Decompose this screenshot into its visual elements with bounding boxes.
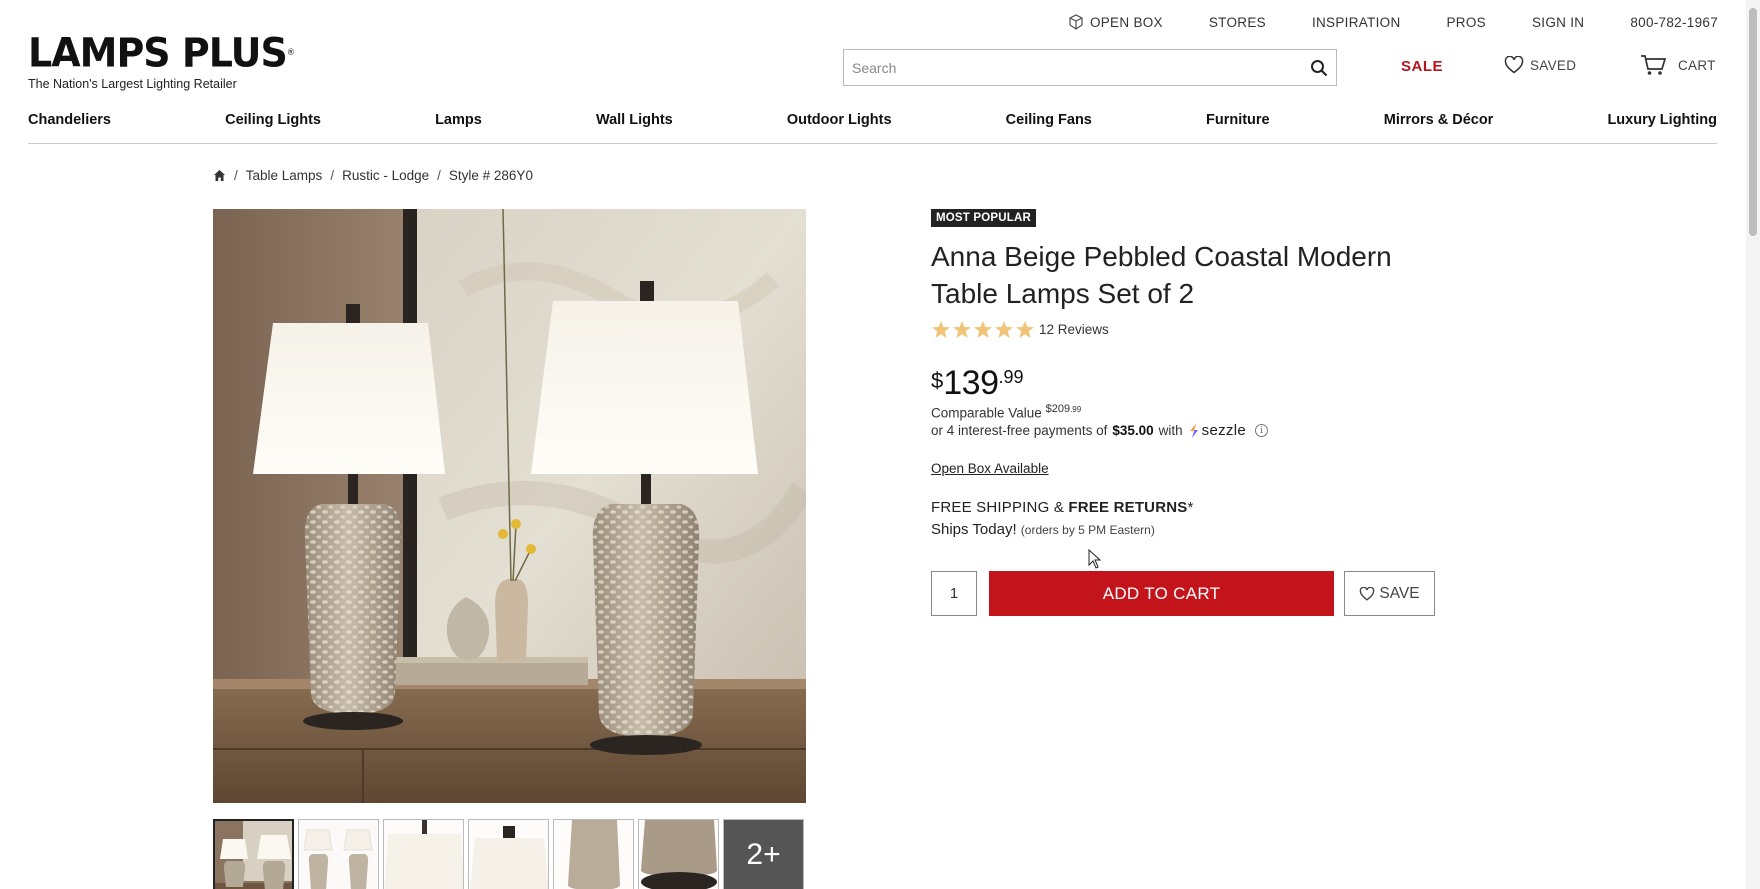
add-to-cart-button[interactable]: ADD TO CART [989, 571, 1334, 616]
pros-link[interactable]: PROS [1447, 14, 1486, 30]
installment-offer: or 4 interest-free payments of $35.00 wi… [931, 422, 1268, 439]
thumbnail-1[interactable] [213, 819, 294, 889]
price-cents: .99 [998, 367, 1024, 387]
open-box-label: OPEN BOX [1089, 14, 1163, 30]
thumbnail-2[interactable] [298, 819, 379, 889]
product-rating[interactable]: 12 Reviews [931, 320, 1109, 339]
nav-item-mirrors-decor[interactable]: Mirrors & Décor [1384, 112, 1494, 128]
logo[interactable]: LAMPS PLUS® The Nation's Largest Lightin… [28, 29, 295, 91]
mouse-cursor-icon [1088, 549, 1102, 569]
nav-item-wall-lights[interactable]: Wall Lights [596, 112, 673, 128]
star-icon [995, 321, 1013, 338]
installment-with: with [1158, 423, 1183, 438]
open-box-icon [1069, 14, 1083, 30]
comparable-price: $209.99 [1045, 403, 1082, 415]
sign-in-link[interactable]: SIGN IN [1532, 14, 1584, 30]
thumbnail-strip: 2+ [213, 819, 804, 889]
heart-icon [1504, 56, 1524, 74]
price-dollars: 139 [943, 364, 999, 402]
thumbnail-6[interactable] [638, 819, 719, 889]
saved-label: SAVED [1530, 57, 1577, 73]
nav-divider [28, 143, 1717, 144]
free-returns-text[interactable]: FREE RETURNS [1068, 499, 1187, 516]
cart-icon [1641, 55, 1666, 75]
breadcrumb-style: Style # 286Y0 [448, 168, 533, 183]
star-icon [974, 321, 992, 338]
comparable-label: Comparable Value [931, 405, 1042, 421]
inspiration-link[interactable]: INSPIRATION [1312, 14, 1401, 30]
search-input[interactable] [844, 59, 1310, 76]
logo-wordmark: LAMPS PLUS® [28, 29, 295, 77]
nav-item-furniture[interactable]: Furniture [1206, 112, 1270, 128]
open-box-link[interactable]: OPEN BOX [1068, 14, 1163, 30]
scrollbar-thumb[interactable] [1749, 8, 1757, 236]
breadcrumb-separator: / [330, 168, 335, 183]
nav-item-ceiling-fans[interactable]: Ceiling Fans [1006, 112, 1092, 128]
sezzle-logo[interactable]: sezzle [1188, 422, 1246, 439]
save-button[interactable]: SAVE [1344, 571, 1435, 616]
page-scrollbar[interactable] [1746, 0, 1760, 889]
breadcrumb-table-lamps[interactable]: Table Lamps [246, 168, 323, 183]
quantity-input[interactable] [931, 571, 977, 616]
star-icon [932, 321, 950, 338]
shipping-info: FREE SHIPPING & FREE RETURNS* [931, 499, 1194, 516]
open-box-available-link[interactable]: Open Box Available [931, 461, 1049, 476]
breadcrumb-separator: / [437, 168, 441, 183]
cart-label: CART [1678, 57, 1716, 73]
thumbnail-3[interactable] [383, 819, 464, 889]
price-currency: $ [931, 368, 944, 393]
stores-link[interactable]: STORES [1209, 14, 1266, 30]
nav-item-chandeliers[interactable]: Chandeliers [28, 112, 111, 128]
star-icon [1016, 321, 1034, 338]
save-label: SAVE [1379, 584, 1420, 602]
most-popular-badge: MOST POPULAR [931, 209, 1037, 227]
thumbnail-more[interactable]: 2+ [723, 819, 804, 889]
ships-today-note: (orders by 5 PM Eastern) [1020, 523, 1155, 537]
cart-link[interactable]: CART [1640, 54, 1716, 76]
ships-today: Ships Today! (orders by 5 PM Eastern) [931, 521, 1155, 538]
home-icon[interactable] [213, 169, 226, 182]
star-rating [931, 320, 1035, 339]
more-images-label: 2+ [746, 837, 781, 871]
utility-nav: OPEN BOX STORES INSPIRATION PROS SIGN IN… [1068, 14, 1718, 30]
search-bar [843, 49, 1337, 86]
nav-item-luxury-lighting[interactable]: Luxury Lighting [1607, 112, 1717, 128]
breadcrumb: / Table Lamps / Rustic - Lodge / Style #… [213, 168, 533, 183]
search-icon[interactable] [1310, 59, 1328, 77]
nav-item-outdoor-lights[interactable]: Outdoor Lights [787, 112, 892, 128]
review-count: 12 Reviews [1039, 322, 1109, 337]
phone-link[interactable]: 800-782-1967 [1630, 14, 1718, 30]
sezzle-icon [1189, 423, 1198, 438]
breadcrumb-rustic-lodge[interactable]: Rustic - Lodge [342, 168, 429, 183]
installment-prefix: or 4 interest-free payments of [931, 423, 1108, 438]
free-shipping-text: FREE SHIPPING & [931, 499, 1065, 516]
breadcrumb-separator: / [234, 168, 238, 183]
comparable-value: Comparable Value $209.99 [931, 403, 1081, 421]
nav-item-lamps[interactable]: Lamps [435, 112, 482, 128]
product-title: Anna Beige Pebbled Coastal Modern Table … [931, 241, 1392, 309]
product-price: $139.99 [931, 364, 1024, 403]
lamps-photo [213, 209, 806, 803]
product-main-image[interactable] [213, 209, 806, 803]
info-icon[interactable]: i [1254, 424, 1268, 437]
saved-link[interactable]: SAVED [1504, 56, 1576, 74]
sale-link[interactable]: SALE [1401, 58, 1443, 75]
logo-tagline: The Nation's Largest Lighting Retailer [28, 77, 237, 91]
thumbnail-5[interactable] [553, 819, 634, 889]
thumbnail-4[interactable] [468, 819, 549, 889]
ships-today-label: Ships Today! [931, 521, 1017, 538]
star-icon [953, 321, 971, 338]
installment-amount: $35.00 [1112, 423, 1154, 438]
nav-item-ceiling-lights[interactable]: Ceiling Lights [225, 112, 321, 128]
heart-icon [1360, 586, 1375, 601]
main-nav: Chandeliers Ceiling Lights Lamps Wall Li… [28, 112, 1717, 128]
